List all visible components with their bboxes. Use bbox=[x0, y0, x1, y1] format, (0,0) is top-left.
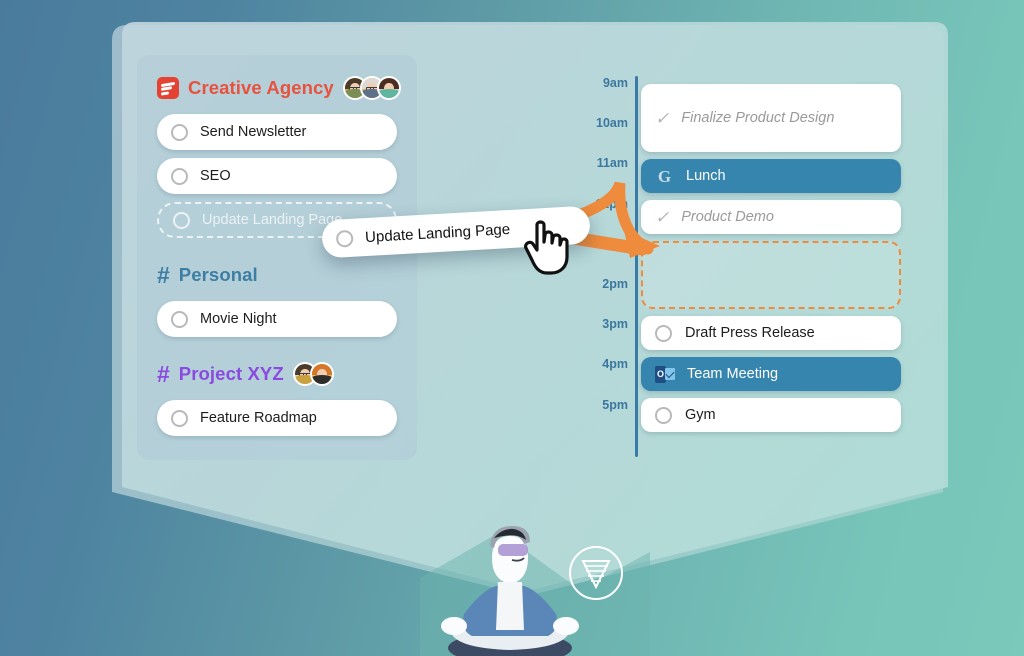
avatar-redhead-man bbox=[309, 362, 334, 386]
project-title: Project XYZ bbox=[178, 363, 284, 384]
hour-label: 5pm bbox=[602, 397, 628, 412]
check-icon: ✓ bbox=[655, 108, 670, 128]
event-outlook-calendar[interactable]: O Team Meeting bbox=[641, 357, 901, 391]
hour-label: 3pm bbox=[602, 317, 628, 332]
project-sidebar: Creative Agency Send Newsletter SEO Upda… bbox=[137, 55, 417, 460]
project-header-personal[interactable]: # Personal bbox=[157, 260, 397, 290]
hash-icon: # bbox=[157, 360, 170, 387]
event-label: Finalize Product Design bbox=[681, 110, 835, 126]
event-label: Team Meeting bbox=[687, 366, 779, 382]
project-header-creative-agency[interactable]: Creative Agency bbox=[157, 73, 401, 103]
event-completed-task[interactable]: ✓ Product Demo bbox=[641, 200, 901, 234]
checkbox-icon[interactable] bbox=[655, 324, 672, 342]
task-label: SEO bbox=[200, 168, 231, 184]
event-label: Lunch bbox=[686, 168, 726, 184]
calendar-events: ✓ Finalize Product Design G Lunch ✓ Prod… bbox=[641, 84, 901, 439]
dragged-task-label: Update Landing Page bbox=[364, 220, 511, 246]
hour-label: 11am bbox=[596, 156, 628, 171]
checkbox-icon[interactable] bbox=[171, 123, 188, 141]
event-label: Product Demo bbox=[681, 209, 774, 225]
event-open-task[interactable]: Gym bbox=[641, 398, 901, 432]
checkbox-icon[interactable] bbox=[171, 167, 188, 185]
check-icon: ✓ bbox=[655, 207, 670, 227]
hash-icon: # bbox=[157, 261, 170, 288]
avatar-group[interactable] bbox=[342, 76, 401, 100]
hour-label: 4pm bbox=[602, 357, 628, 372]
checkbox-icon bbox=[173, 211, 190, 229]
task-label: Movie Night bbox=[200, 311, 277, 327]
project-title: Personal bbox=[178, 264, 258, 285]
checkbox-icon[interactable] bbox=[171, 409, 188, 427]
meditating-person-illustration bbox=[420, 526, 650, 656]
project-title: Creative Agency bbox=[188, 77, 334, 98]
google-icon: G bbox=[657, 166, 672, 186]
event-open-task[interactable]: Draft Press Release bbox=[641, 316, 901, 350]
checkbox-icon[interactable] bbox=[655, 406, 672, 424]
hour-label: 9am bbox=[602, 76, 628, 90]
checkbox-icon[interactable] bbox=[171, 310, 188, 328]
drop-zone[interactable] bbox=[641, 241, 901, 309]
hour-label: 2pm bbox=[602, 276, 628, 291]
project-header-project-xyz[interactable]: # Project XYZ bbox=[157, 359, 397, 389]
task-item[interactable]: SEO bbox=[157, 158, 397, 194]
task-item[interactable]: Send Newsletter bbox=[157, 114, 397, 150]
checkbox-icon bbox=[335, 229, 354, 248]
task-label: Update Landing Page bbox=[202, 212, 343, 228]
hour-label: 1pm bbox=[602, 236, 628, 251]
timeline-axis-line bbox=[635, 76, 638, 457]
task-item[interactable]: Movie Night bbox=[157, 301, 397, 337]
task-label: Send Newsletter bbox=[200, 124, 307, 140]
outlook-icon: O bbox=[655, 365, 675, 383]
task-item[interactable]: Feature Roadmap bbox=[157, 400, 397, 436]
event-google-calendar[interactable]: G Lunch bbox=[641, 159, 901, 193]
hand-pointer-cursor bbox=[524, 220, 569, 275]
timeline-hour-labels: 9am 10am 11am 12pm 1pm 2pm 3pm 4pm 5pm bbox=[578, 76, 628, 438]
todoist-icon bbox=[157, 77, 179, 99]
task-label: Feature Roadmap bbox=[200, 410, 317, 426]
avatar-group[interactable] bbox=[292, 362, 334, 386]
event-completed-task[interactable]: ✓ Finalize Product Design bbox=[641, 84, 901, 152]
event-label: Gym bbox=[685, 407, 716, 423]
event-label: Draft Press Release bbox=[685, 325, 815, 341]
hour-label: 10am bbox=[596, 116, 628, 131]
screenshot-stage: Creative Agency Send Newsletter SEO Upda… bbox=[0, 0, 1024, 656]
avatar-woman bbox=[376, 76, 401, 100]
